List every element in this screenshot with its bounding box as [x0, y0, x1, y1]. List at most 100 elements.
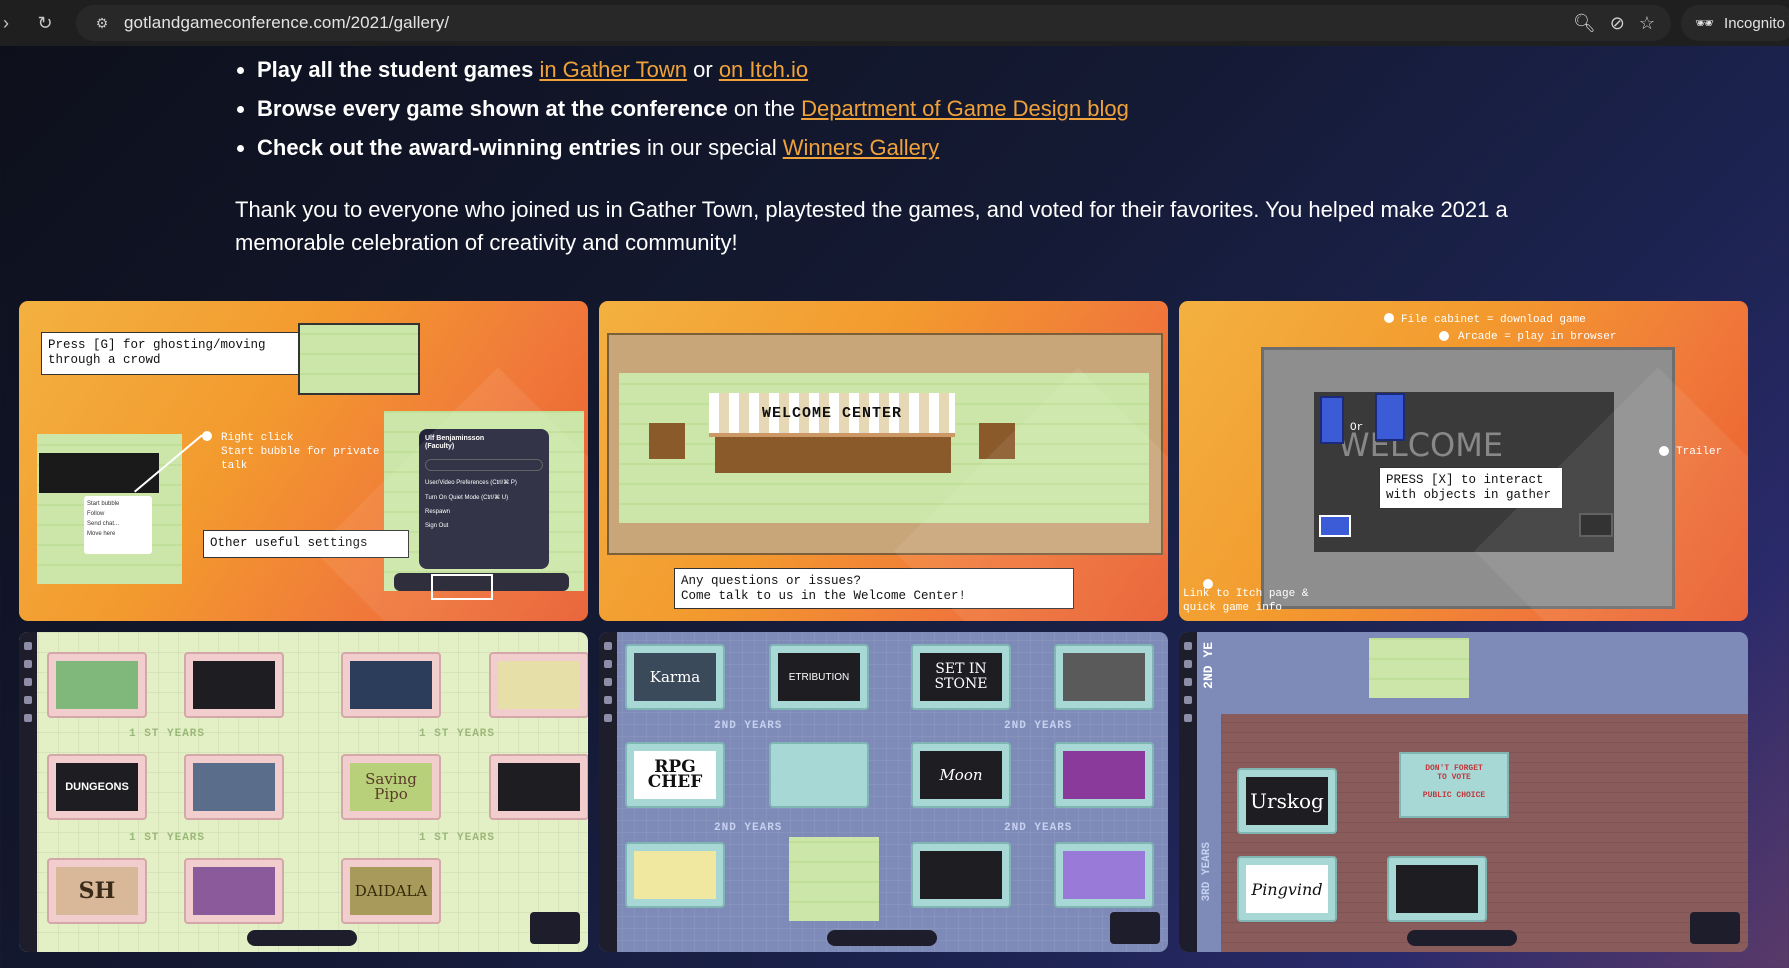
right-click-label: Right click Start bubble for private tal…: [221, 432, 380, 472]
gallery-image-welcome-center[interactable]: WELCOME CENTER Any questions or issues? …: [599, 301, 1168, 621]
settings-note: Other useful settings: [203, 530, 409, 558]
row-label: 1 ST YEARS: [129, 728, 206, 740]
map-thumbnail: [298, 323, 420, 395]
booth: Saving Pipo: [341, 754, 441, 820]
booth: [769, 742, 869, 808]
booth-screen: [1396, 865, 1478, 913]
booth: SH: [47, 858, 147, 924]
address-bar[interactable]: ⚙ gotlandgameconference.com/2021/gallery…: [76, 5, 1671, 41]
browser-toolbar: › ↻ ⚙ gotlandgameconference.com/2021/gal…: [0, 0, 1789, 46]
vote-sign-text: DON'T FORGET TO VOTE PUBLIC CHOICE: [1422, 764, 1486, 800]
list-item-bold: Play all the student games: [257, 57, 534, 82]
page-content: Play all the student games in Gather Tow…: [235, 50, 1555, 259]
file-cabinet: [1320, 396, 1344, 444]
incognito-label: Incognito: [1724, 14, 1785, 32]
booth: RPG CHEF: [625, 742, 725, 808]
row-label: 1 ST YEARS: [129, 832, 206, 844]
booth: DAIDALA: [341, 858, 441, 924]
side-label-bottom: 3RD YEARS: [1201, 842, 1213, 902]
incognito-icon: 🕶︎: [1695, 15, 1715, 32]
info-monitor: [1319, 515, 1351, 537]
gather-town-link[interactable]: in Gather Town: [539, 57, 687, 82]
reception-desk: [715, 437, 951, 473]
file-cabinet-label: File cabinet = download game: [1401, 314, 1586, 326]
garden: [1369, 638, 1469, 698]
gallery-image-2nd-years[interactable]: Karma ETRIBUTION SET IN STONE 2ND YEARS …: [599, 632, 1168, 952]
list-item-text: on the: [727, 96, 802, 121]
reload-icon[interactable]: ↻: [31, 9, 59, 37]
gallery-image-booth-guide[interactable]: WELCOME Or File cabinet = download game …: [1179, 301, 1748, 621]
row-label: 2ND YEARS: [1004, 720, 1073, 732]
menu-item: Sign Out: [425, 523, 449, 529]
zoom-icon[interactable]: 🔍︎: [1573, 13, 1596, 34]
settings-menu: Ulf Benjaminsson (Faculty) User/Video Pr…: [419, 429, 549, 569]
ghosting-note: Press [G] for ghosting/moving through a …: [41, 332, 329, 375]
list-item: Play all the student games in Gather Tow…: [235, 50, 1555, 89]
list-item: Check out the award-winning entries in o…: [235, 128, 1555, 167]
site-info-icon[interactable]: ⚙: [90, 15, 114, 32]
menu-item: Respawn: [425, 509, 451, 515]
booth: [1387, 856, 1487, 922]
booth: DUNGEONS: [47, 754, 147, 820]
forward-icon[interactable]: ›: [0, 9, 20, 37]
or-label: Or: [1350, 422, 1364, 434]
popup-item: Start bubble: [87, 501, 120, 507]
video-thumbnail: [1110, 912, 1160, 944]
booth: [184, 858, 284, 924]
booth: Urskog: [1237, 768, 1337, 834]
bottom-toolbar: [394, 573, 569, 591]
booth: [911, 842, 1011, 908]
row-label: 1 ST YEARS: [419, 832, 496, 844]
gallery-image-3rd-years[interactable]: 2ND YE 3RD YEARS Urskog Pingvind DON'T F…: [1179, 632, 1748, 952]
welcome-sign: WELCOME CENTER: [709, 393, 955, 437]
row-label: 2ND YEARS: [714, 822, 783, 834]
booth: [184, 652, 284, 718]
thanks-paragraph: Thank you to everyone who joined us in G…: [235, 197, 1508, 255]
map-area-right: [384, 411, 584, 591]
gather-sidebar: [19, 632, 37, 952]
interact-note: PRESS [X] to interact with objects in ga…: [1379, 467, 1563, 509]
booth: [625, 842, 725, 908]
url-text[interactable]: gotlandgameconference.com/2021/gallery/: [124, 13, 449, 33]
list-item-text: or: [687, 57, 719, 82]
eye-off-icon[interactable]: ⊘: [1610, 13, 1625, 34]
gallery-image-settings[interactable]: Press [G] for ghosting/moving through a …: [19, 301, 588, 621]
game-design-blog-link[interactable]: Department of Game Design blog: [801, 96, 1129, 121]
list-item-bold: Check out the award-winning entries: [257, 135, 641, 160]
callout-dot: [202, 431, 212, 441]
gather-bottom-bar: [1406, 930, 1517, 946]
welcome-sign-text: WELCOME CENTER: [761, 405, 903, 422]
booth: [341, 652, 441, 718]
booth: [1054, 644, 1154, 710]
video-thumbnail: [530, 912, 580, 944]
gather-sidebar: [1179, 632, 1197, 952]
callout-dot: [1659, 446, 1669, 456]
trailer-label: Trailer: [1676, 446, 1723, 458]
callout-dot: [1384, 313, 1394, 323]
welcome-note: Any questions or issues? Come talk to us…: [674, 568, 1074, 609]
menu-user: Ulf Benjaminsson (Faculty): [425, 435, 485, 450]
list-item-bold: Browse every game shown at the conferenc…: [257, 96, 728, 121]
gallery-image-1st-years[interactable]: 1 ST YEARS 1 ST YEARS DUNGEONS Saving Pi…: [19, 632, 588, 952]
avatar-highlight: [431, 574, 493, 600]
booth: [184, 754, 284, 820]
trailer-tv: [1579, 513, 1613, 537]
bookmark-star-icon[interactable]: ☆: [1639, 13, 1655, 34]
arcade-machine: [1375, 393, 1405, 441]
incognito-badge[interactable]: 🕶︎ Incognito: [1681, 5, 1789, 41]
booth: Karma: [625, 644, 725, 710]
tree-patch: [789, 837, 879, 921]
booth: [489, 652, 588, 718]
arcade-label: Arcade = play in browser: [1458, 331, 1617, 343]
gather-bottom-bar: [246, 930, 357, 946]
booth: Pingvind: [1237, 856, 1337, 922]
row-label: 1 ST YEARS: [419, 728, 496, 740]
list-item-text: in our special: [640, 135, 783, 160]
callout-dot: [1439, 331, 1449, 341]
itch-link[interactable]: on Itch.io: [719, 57, 808, 82]
booth: [1054, 742, 1154, 808]
winners-gallery-link[interactable]: Winners Gallery: [783, 135, 939, 160]
gather-sidebar: [599, 632, 617, 952]
map-area: WELCOME CENTER: [607, 333, 1163, 555]
popup-item: Follow: [87, 511, 105, 517]
